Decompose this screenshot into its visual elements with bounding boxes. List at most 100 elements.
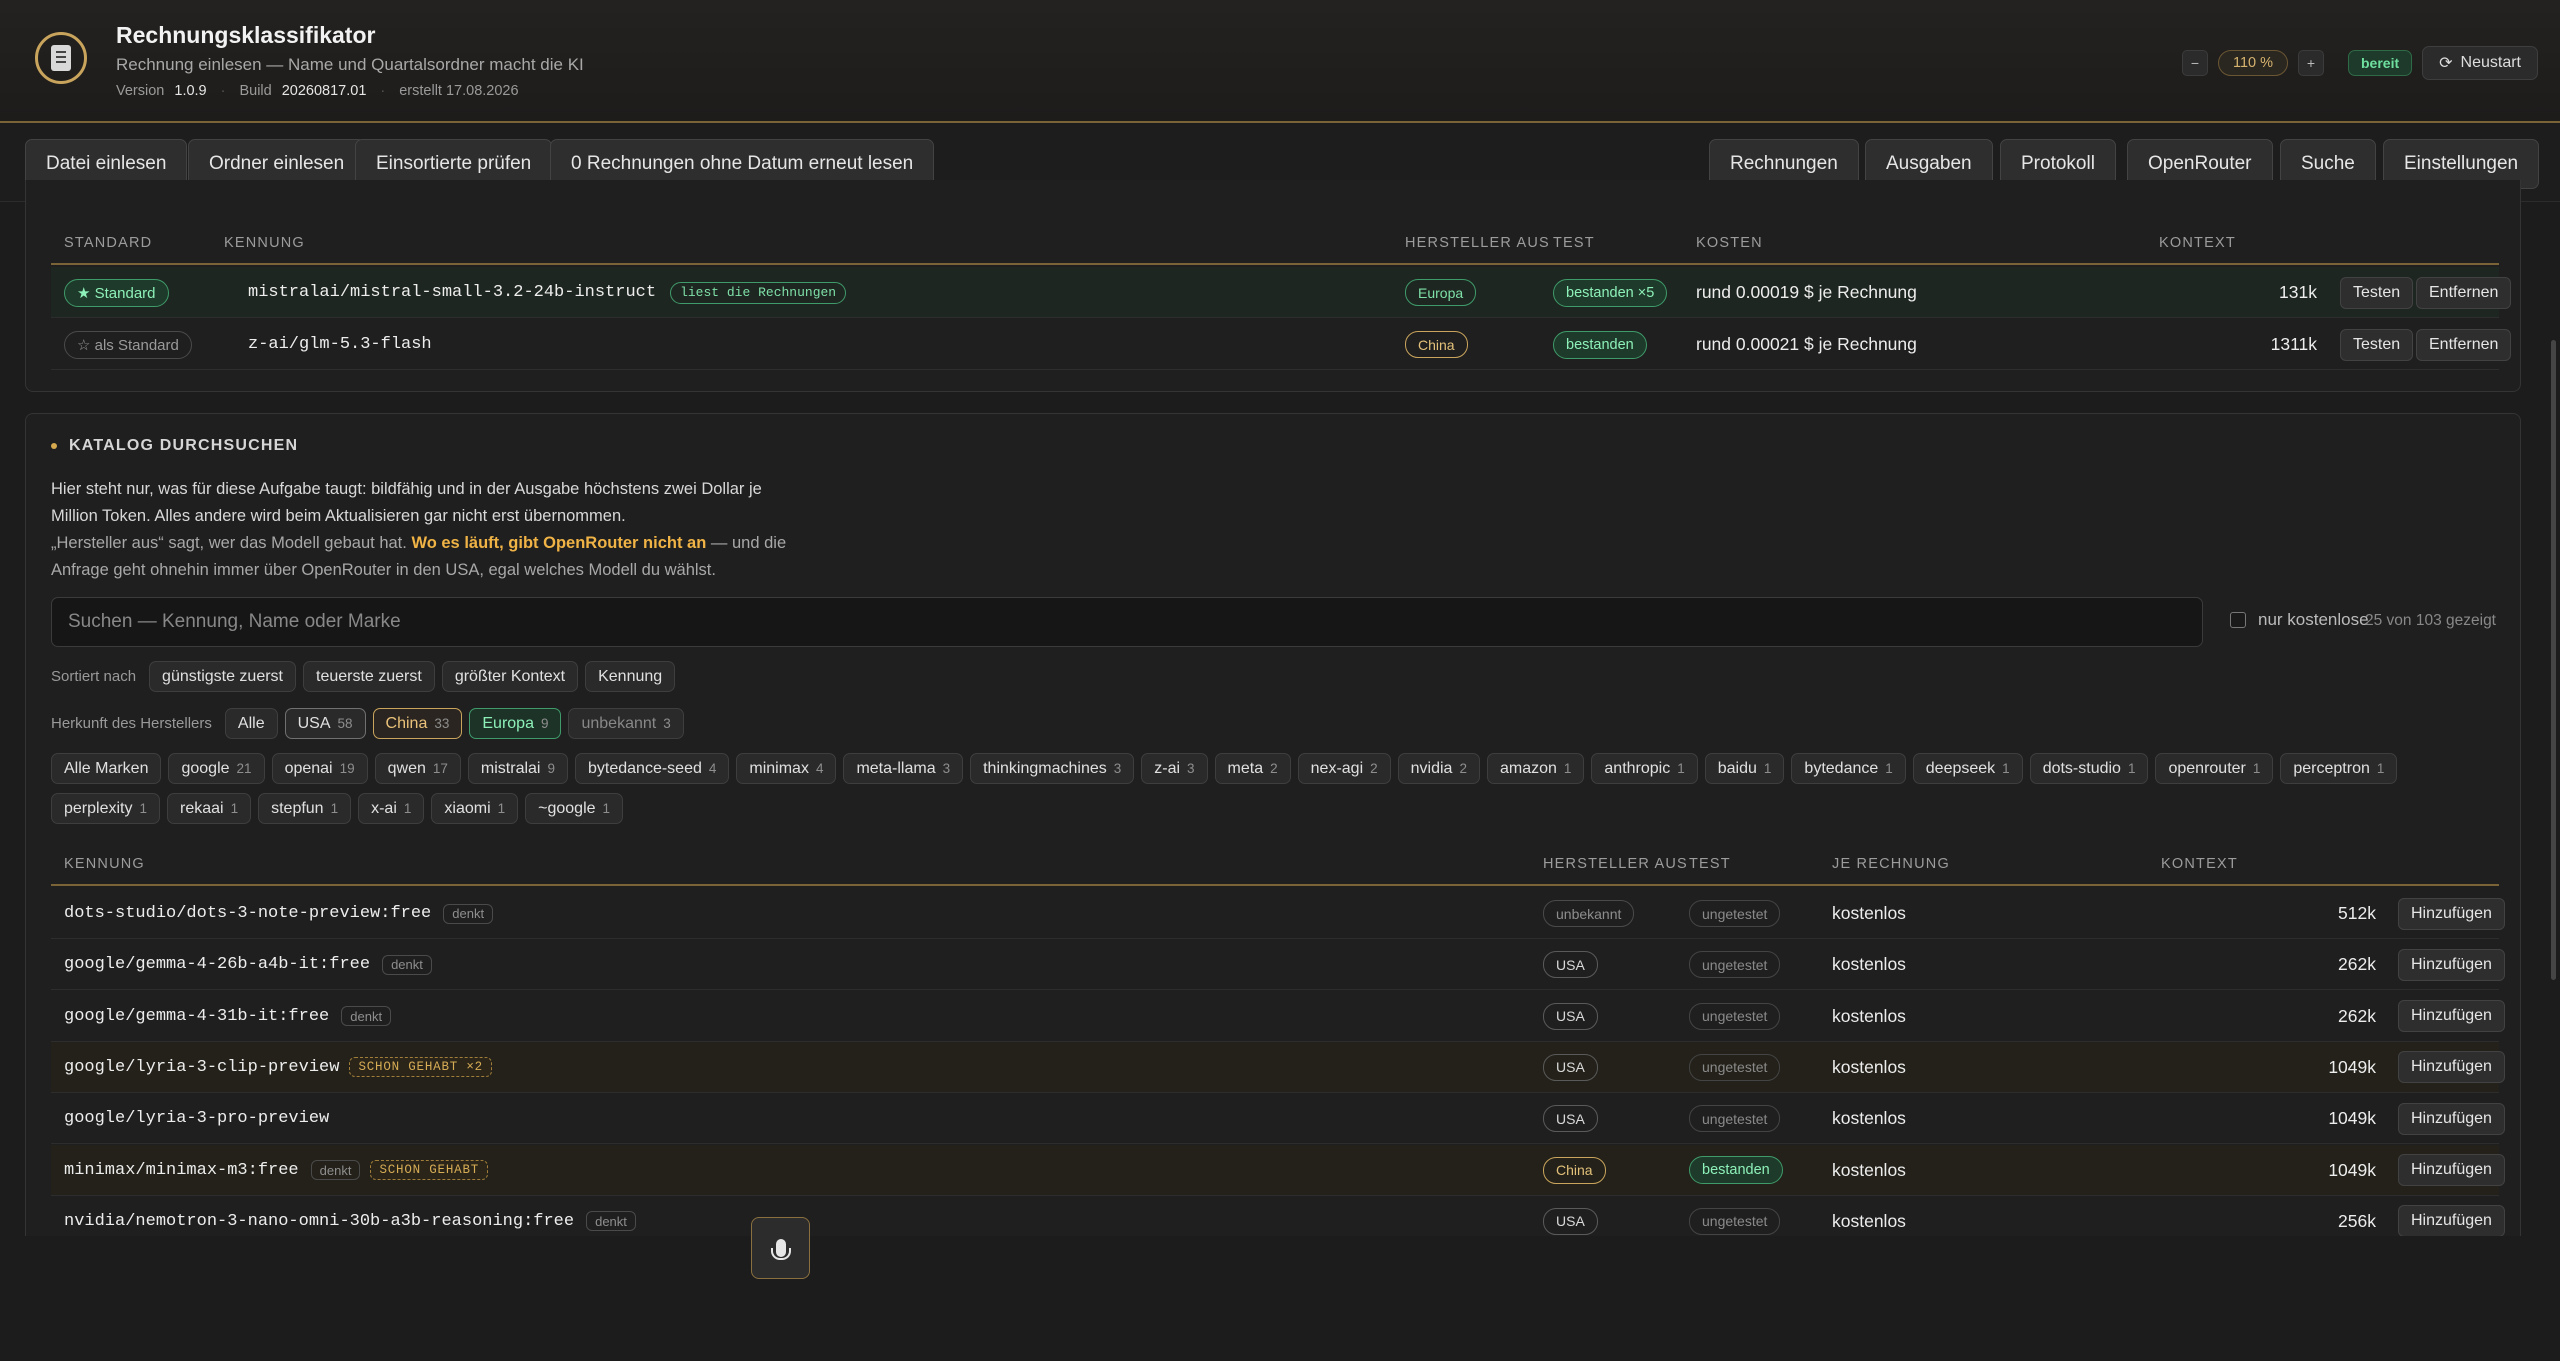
origin-chip[interactable]: Alle <box>224 708 278 739</box>
brand-chip[interactable]: Alle Marken <box>51 753 162 784</box>
build-value: 20260817.01 <box>281 83 367 99</box>
brand-chip[interactable]: anthropic 1 <box>1591 753 1698 784</box>
col-test: TEST <box>1689 856 1731 872</box>
test-badge: ungetestet <box>1689 900 1781 927</box>
brand-chip[interactable]: meta 2 <box>1214 753 1291 784</box>
brand-chip[interactable]: baidu 1 <box>1704 753 1785 784</box>
brand-chip[interactable]: stepfun 1 <box>258 793 352 824</box>
remove-button[interactable]: Entfernen <box>2416 276 2512 309</box>
remove-button[interactable]: Entfernen <box>2416 328 2512 361</box>
brand-chip[interactable]: nvidia 2 <box>1397 753 1480 784</box>
test-badge: ungetestet <box>1689 1105 1781 1133</box>
origin-chip[interactable]: USA 58 <box>284 708 366 739</box>
thinks-badge: denkt <box>310 1160 361 1180</box>
free-only-toggle[interactable]: nur kostenlose <box>2230 610 2369 630</box>
scrollbar[interactable] <box>2551 340 2556 980</box>
chip-count: 1 <box>139 801 147 816</box>
chip-label: z-ai <box>1154 759 1181 777</box>
cost-value: kostenlos <box>1832 1108 1906 1129</box>
add-button[interactable]: Hinzufügen <box>2398 1051 2505 1084</box>
chip-label: bytedance-seed <box>588 759 702 777</box>
brand-chip[interactable]: nex-agi 2 <box>1297 753 1391 784</box>
refresh-icon: ⟳ <box>2439 55 2453 72</box>
chip-count: 9 <box>547 761 555 776</box>
chip-count: 2 <box>1270 761 1278 776</box>
cost-value: kostenlos <box>1832 954 1906 975</box>
brand-chip[interactable]: perceptron 1 <box>2280 753 2398 784</box>
model-id: mistralai/mistral-small-3.2-24b-instruct <box>248 283 657 302</box>
brand-chip[interactable]: rekaai 1 <box>167 793 252 824</box>
chip-label: Alle <box>237 714 265 732</box>
info-text: Hier steht nur, was für diese Aufgabe ta… <box>51 480 762 525</box>
app-subtitle: Rechnung einlesen — Name und Quartalsord… <box>116 55 584 74</box>
brand-chip[interactable]: meta-llama 3 <box>843 753 964 784</box>
chip-count: 3 <box>1113 761 1122 776</box>
active-table-header: STANDARD KENNUNG HERSTELLER AUS TEST KOS… <box>51 235 2499 265</box>
table-row: google/lyria-3-pro-preview USA ungetestet k… <box>51 1093 2505 1145</box>
add-button[interactable]: Hinzufügen <box>2398 1102 2505 1135</box>
standard-badge[interactable]: ★ Standard <box>64 278 169 307</box>
chip-label: deepseek <box>1925 759 1996 777</box>
brand-chip[interactable]: minimax 4 <box>736 753 837 784</box>
brand-chips: Alle Marken google 21 openai 19 qwen 17 mistral… <box>51 753 2398 784</box>
brand-chip[interactable]: amazon 1 <box>1486 753 1585 784</box>
table-row: google/lyria-3-clip-preview SCHON GEHABT … <box>51 1041 2505 1093</box>
catalog-panel: KATALOG DURCHSUCHEN Hier steht nur, was … <box>25 413 2521 1253</box>
sort-label: Sortiert nach <box>51 668 137 685</box>
brand-chip[interactable]: openai 19 <box>271 753 368 784</box>
origin-chip[interactable]: Europa 9 <box>469 708 562 739</box>
test-button[interactable]: Testen <box>2340 276 2414 309</box>
brand-chip[interactable]: z-ai 3 <box>1141 753 1208 784</box>
chip-label: meta <box>1227 759 1264 777</box>
set-standard-button[interactable]: ☆ als Standard <box>64 330 192 359</box>
origin-chip[interactable]: China 33 <box>372 708 463 739</box>
zoom-in-button[interactable]: + <box>2298 50 2324 76</box>
brand-chip[interactable]: x-ai 1 <box>358 793 425 824</box>
add-button[interactable]: Hinzufügen <box>2398 948 2505 981</box>
sort-context[interactable]: größter Kontext <box>441 661 579 692</box>
brand-chip[interactable]: google 21 <box>168 753 265 784</box>
zoom-out-button[interactable]: − <box>2181 50 2208 76</box>
brand-chip[interactable]: openrouter 1 <box>2155 753 2274 784</box>
origin-chip[interactable]: unbekannt 3 <box>568 708 684 739</box>
free-only-checkbox[interactable] <box>2230 612 2246 628</box>
microphone-button[interactable] <box>751 1217 810 1279</box>
test-badge: ungetestet <box>1689 951 1781 979</box>
brand-chip[interactable]: deepseek 1 <box>1912 753 2023 784</box>
zoom-level: 110 % <box>2217 50 2288 76</box>
sort-expensive[interactable]: teuerste zuerst <box>303 661 435 692</box>
brand-chip[interactable]: mistralai 9 <box>467 753 568 784</box>
restart-button[interactable]: ⟳ Neustart <box>2422 46 2538 80</box>
add-button[interactable]: Hinzufügen <box>2398 1000 2505 1033</box>
search-input[interactable]: Suchen — Kennung, Name oder Marke <box>51 597 2203 647</box>
already-had-badge: SCHON GEHABT ×2 <box>349 1057 492 1078</box>
chip-label: nex-agi <box>1310 759 1364 777</box>
brand-chip[interactable]: xiaomi 1 <box>431 793 519 824</box>
brand-chip[interactable]: ~google 1 <box>525 793 624 824</box>
add-button[interactable]: Hinzufügen <box>2398 1205 2505 1238</box>
col-context: KONTEXT <box>2161 856 2238 872</box>
chip-count: 3 <box>942 761 951 776</box>
chip-count: 9 <box>540 716 549 731</box>
chip-label: minimax <box>749 759 809 777</box>
test-button[interactable]: Testen <box>2340 328 2414 361</box>
add-button[interactable]: Hinzufügen <box>2398 897 2505 930</box>
brand-chip[interactable]: thinkingmachines 3 <box>970 753 1135 784</box>
chip-count: 33 <box>434 716 450 731</box>
brand-chip[interactable]: dots-studio 1 <box>2029 753 2149 784</box>
add-button[interactable]: Hinzufügen <box>2398 1154 2505 1186</box>
chip-label: bytedance <box>1804 759 1879 777</box>
brand-chip[interactable]: perplexity 1 <box>51 793 160 824</box>
app-header: Rechnungsklassifikator Rechnung einlesen… <box>0 0 2560 123</box>
table-row: google/gemma-4-26b-a4b-it:free denkt USA un… <box>51 939 2505 991</box>
chip-count: 1 <box>2002 761 2010 776</box>
brand-chip[interactable]: bytedance 1 <box>1791 753 1906 784</box>
brand-chip[interactable]: qwen 17 <box>374 753 461 784</box>
sort-cheapest[interactable]: günstigste zuerst <box>149 661 296 692</box>
sort-id[interactable]: Kennung <box>585 661 676 692</box>
restart-label: Neustart <box>2460 54 2521 71</box>
chip-label: perplexity <box>64 799 133 817</box>
chip-count: 1 <box>1763 761 1772 776</box>
brand-chip[interactable]: bytedance-seed 4 <box>575 753 730 784</box>
test-badge: bestanden ×5 <box>1553 278 1668 307</box>
